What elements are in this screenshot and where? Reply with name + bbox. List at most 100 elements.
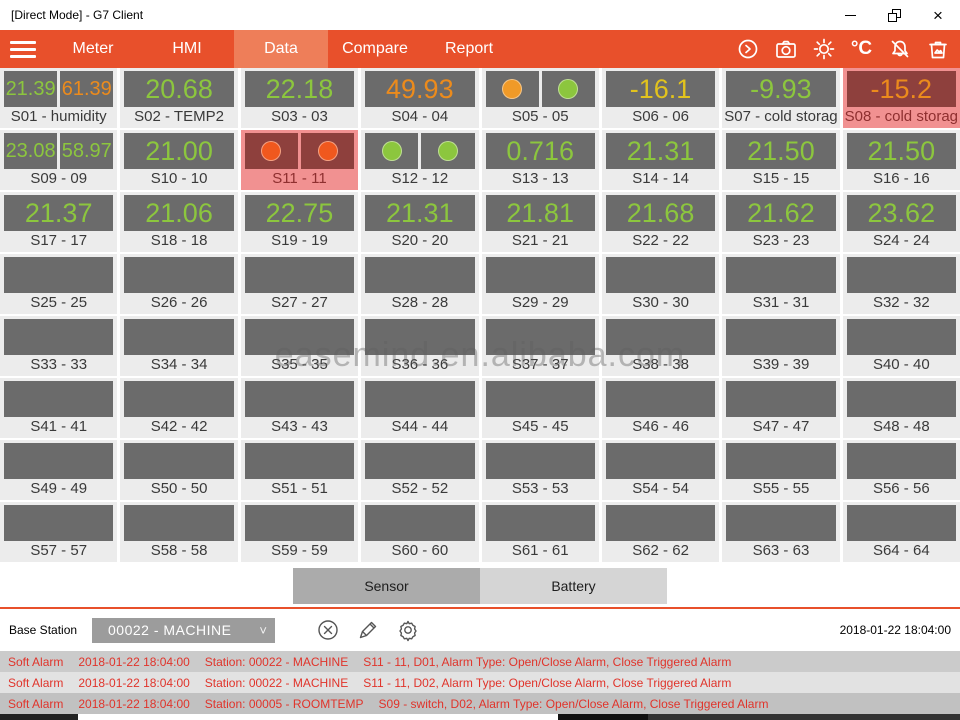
sensor-tile-s01[interactable]: 21.3961.39S01 - humidity [0,68,117,128]
sensor-value-box: 21.50 [726,133,835,169]
sensor-tile-s04[interactable]: 49.93S04 - 04 [361,68,478,128]
sensor-tile-s48[interactable]: S48 - 48 [843,378,960,438]
tab-meter[interactable]: Meter [46,30,140,68]
sensor-value: -16.1 [630,72,692,106]
sensor-tile-s13[interactable]: 0.716S13 - 13 [482,130,599,190]
sensor-value-boxes [120,440,237,479]
sensor-label: S51 - 51 [241,479,358,499]
sensor-tile-s42[interactable]: S42 - 42 [120,378,237,438]
sensor-tile-s49[interactable]: S49 - 49 [0,440,117,500]
base-station-select[interactable]: 00022 - MACHINE ˅ [92,618,275,643]
sensor-tile-s11[interactable]: S11 - 11 [241,130,358,190]
sensor-tile-s52[interactable]: S52 - 52 [361,440,478,500]
sensor-tile-s03[interactable]: 22.18S03 - 03 [241,68,358,128]
sensor-tile-s22[interactable]: 21.68S22 - 22 [602,192,719,252]
sensor-tile-s62[interactable]: S62 - 62 [602,502,719,562]
sensor-tile-s26[interactable]: S26 - 26 [120,254,237,314]
sensor-tile-s54[interactable]: S54 - 54 [602,440,719,500]
sensor-tile-s24[interactable]: 23.62S24 - 24 [843,192,960,252]
sensor-tile-s55[interactable]: S55 - 55 [722,440,839,500]
sensor-tile-s59[interactable]: S59 - 59 [241,502,358,562]
edit-pencil-icon[interactable] [355,618,380,643]
sensor-tile-s45[interactable]: S45 - 45 [482,378,599,438]
cancel-circle-icon[interactable] [315,618,340,643]
sensor-tile-s56[interactable]: S56 - 56 [843,440,960,500]
sensor-tile-s44[interactable]: S44 - 44 [361,378,478,438]
restore-button[interactable] [872,0,916,30]
sensor-tile-s43[interactable]: S43 - 43 [241,378,358,438]
sensor-tile-s28[interactable]: S28 - 28 [361,254,478,314]
sensor-tile-s57[interactable]: S57 - 57 [0,502,117,562]
alarm-row[interactable]: Soft Alarm2018-01-22 18:04:00Station: 00… [0,651,960,672]
camera-icon[interactable] [773,37,798,62]
sensor-value-box: 21.50 [847,133,956,169]
sensor-label: S12 - 12 [361,169,478,189]
sensor-tile-s25[interactable]: S25 - 25 [0,254,117,314]
sensor-tile-s23[interactable]: 21.62S23 - 23 [722,192,839,252]
sensor-tile-s31[interactable]: S31 - 31 [722,254,839,314]
history-icon[interactable] [735,37,760,62]
sensor-tile-s58[interactable]: S58 - 58 [120,502,237,562]
sensor-tile-s36[interactable]: S36 - 36 [361,316,478,376]
sensor-tile-s46[interactable]: S46 - 46 [602,378,719,438]
sensor-tile-s35[interactable]: S35 - 35 [241,316,358,376]
sensor-tile-s64[interactable]: S64 - 64 [843,502,960,562]
sensor-value: 21.50 [747,134,815,168]
sensor-tile-s29[interactable]: S29 - 29 [482,254,599,314]
alarm-row[interactable]: Soft Alarm2018-01-22 18:04:00Station: 00… [0,672,960,693]
sensor-view-button[interactable]: Sensor [293,568,480,604]
sensor-tile-s38[interactable]: S38 - 38 [602,316,719,376]
sensor-tile-s15[interactable]: 21.50S15 - 15 [722,130,839,190]
temperature-unit-toggle[interactable]: °C [849,37,874,62]
sensor-tile-s17[interactable]: 21.37S17 - 17 [0,192,117,252]
sensor-tile-s41[interactable]: S41 - 41 [0,378,117,438]
sensor-value-boxes: 49.93 [361,68,478,107]
close-button[interactable]: × [916,0,960,30]
sensor-tile-s32[interactable]: S32 - 32 [843,254,960,314]
sensor-tile-s14[interactable]: 21.31S14 - 14 [602,130,719,190]
sensor-tile-s20[interactable]: 21.31S20 - 20 [361,192,478,252]
sensor-tile-s27[interactable]: S27 - 27 [241,254,358,314]
sensor-tile-s34[interactable]: S34 - 34 [120,316,237,376]
mute-alarm-icon[interactable] [887,37,912,62]
sensor-tile-s05[interactable]: S05 - 05 [482,68,599,128]
tab-compare[interactable]: Compare [328,30,422,68]
menu-button[interactable] [0,30,46,68]
sensor-tile-s63[interactable]: S63 - 63 [722,502,839,562]
sensor-tile-s50[interactable]: S50 - 50 [120,440,237,500]
tab-data[interactable]: Data [234,30,328,68]
sensor-tile-s51[interactable]: S51 - 51 [241,440,358,500]
trash-icon[interactable] [925,37,950,62]
battery-view-button[interactable]: Battery [480,568,667,604]
sensor-tile-s39[interactable]: S39 - 39 [722,316,839,376]
settings-gear-icon[interactable] [395,618,420,643]
sensor-value-boxes [361,502,478,541]
sensor-tile-s06[interactable]: -16.1S06 - 06 [602,68,719,128]
sensor-tile-s60[interactable]: S60 - 60 [361,502,478,562]
sensor-tile-s33[interactable]: S33 - 33 [0,316,117,376]
alarm-row[interactable]: Soft Alarm2018-01-22 18:04:00Station: 00… [0,693,960,714]
sensor-tile-s40[interactable]: S40 - 40 [843,316,960,376]
sensor-tile-s37[interactable]: S37 - 37 [482,316,599,376]
sensor-tile-s30[interactable]: S30 - 30 [602,254,719,314]
sensor-tile-s19[interactable]: 22.75S19 - 19 [241,192,358,252]
sensor-tile-s18[interactable]: 21.06S18 - 18 [120,192,237,252]
sensor-tile-s02[interactable]: 20.68S02 - TEMP2 [120,68,237,128]
sensor-tile-s21[interactable]: 21.81S21 - 21 [482,192,599,252]
sensor-tile-s47[interactable]: S47 - 47 [722,378,839,438]
brightness-icon[interactable] [811,37,836,62]
alarm-detail: S09 - switch, D02, Alarm Type: Open/Clos… [379,697,769,711]
tab-hmi[interactable]: HMI [140,30,234,68]
sensor-tile-s08[interactable]: -15.2S08 - cold storag [843,68,960,128]
sensor-tile-s16[interactable]: 21.50S16 - 16 [843,130,960,190]
sensor-tile-s61[interactable]: S61 - 61 [482,502,599,562]
sensor-label: S07 - cold storag [722,107,839,127]
sensor-tile-s09[interactable]: 23.0858.97S09 - 09 [0,130,117,190]
nav-bar: Meter HMI Data Compare Report °C [0,30,960,68]
minimize-button[interactable] [828,0,872,30]
sensor-tile-s10[interactable]: 21.00S10 - 10 [120,130,237,190]
sensor-tile-s12[interactable]: S12 - 12 [361,130,478,190]
tab-report[interactable]: Report [422,30,516,68]
sensor-tile-s53[interactable]: S53 - 53 [482,440,599,500]
sensor-tile-s07[interactable]: -9.93S07 - cold storag [722,68,839,128]
